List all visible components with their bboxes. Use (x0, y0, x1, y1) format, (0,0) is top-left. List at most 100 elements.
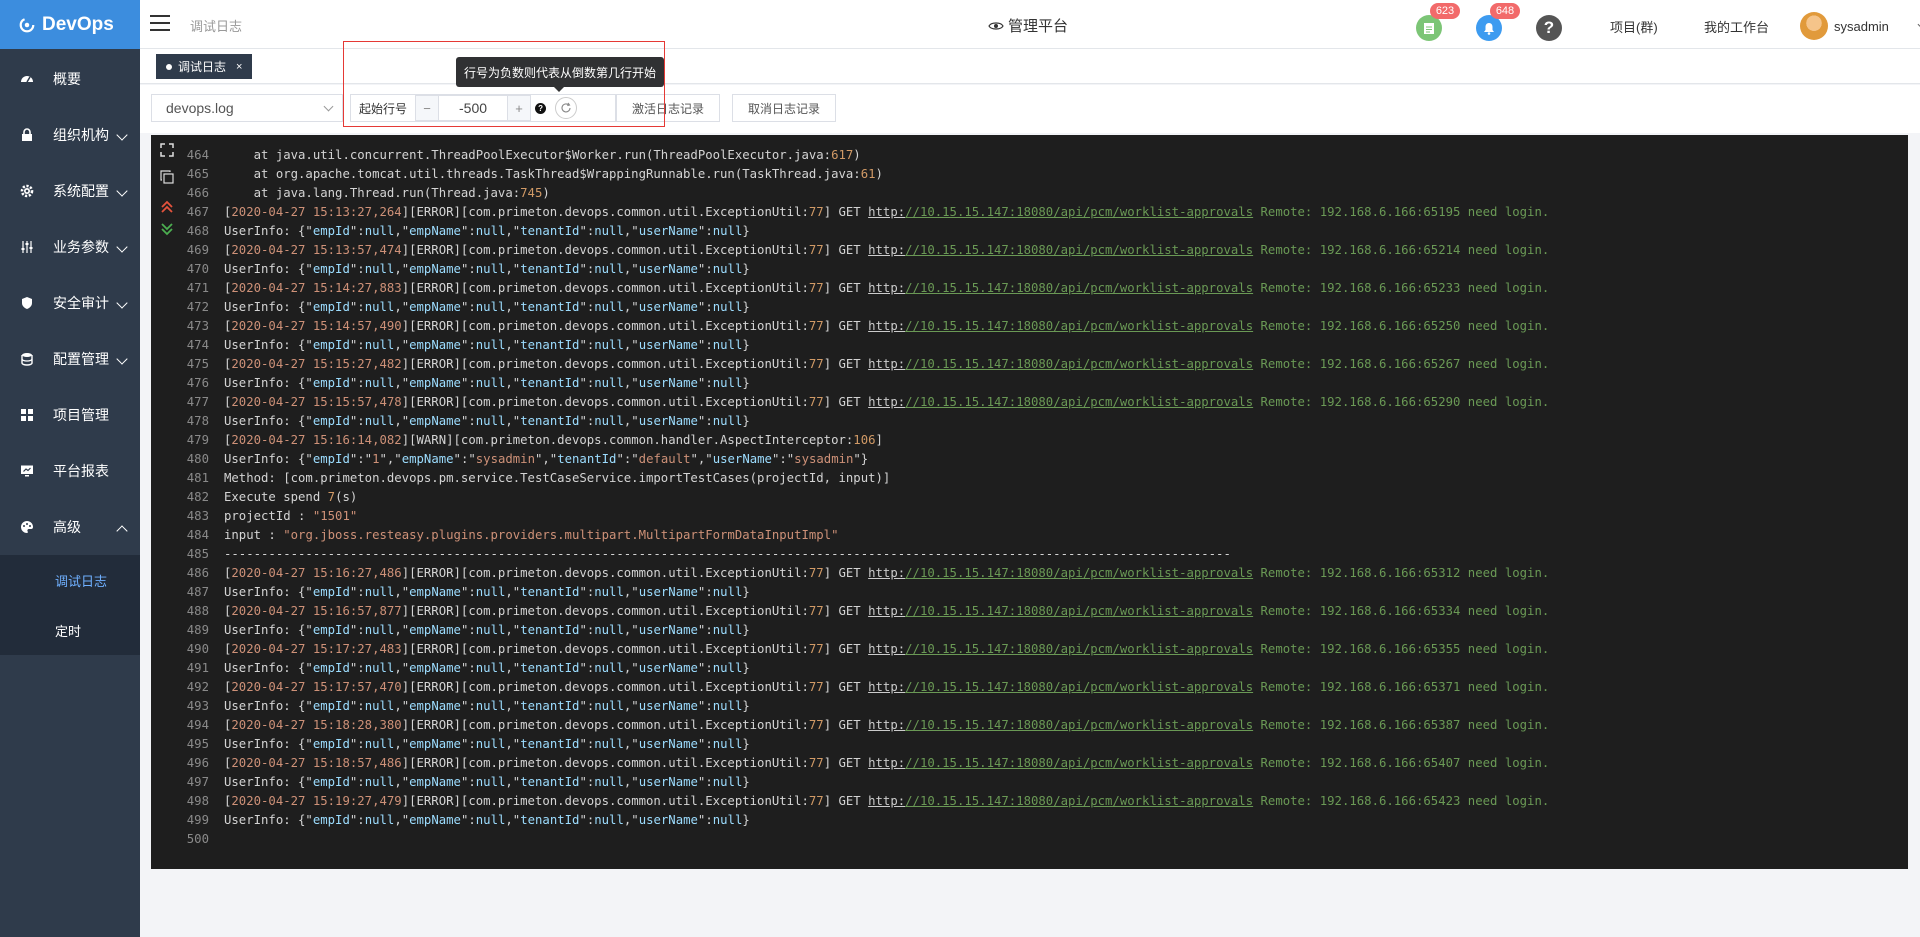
log-text: [2020-04-27 15:15:57,478][ERROR][com.pri… (224, 395, 1550, 409)
log-line: 488 [2020-04-27 15:16:57,877][ERROR][com.… (181, 602, 1908, 621)
sliders-icon (21, 241, 33, 253)
sidebar-item-business-params[interactable]: 业务参数 (0, 219, 140, 275)
chevron-up-icon (116, 525, 128, 537)
sidebar-item-overview[interactable]: 概要 (0, 51, 140, 107)
advanced-submenu: 调试日志 定时 (0, 555, 140, 655)
tab-debug-log[interactable]: 调试日志 × (156, 54, 253, 79)
line-number: 482 (186, 490, 209, 504)
log-text: input : "org.jboss.resteasy.plugins.prov… (224, 528, 839, 542)
chevron-down-icon (116, 297, 128, 309)
line-number: 493 (186, 699, 209, 713)
log-text: [2020-04-27 15:14:57,490][ERROR][com.pri… (224, 319, 1550, 333)
platform-title: 管理平台 (1008, 18, 1069, 35)
sidebar-item-label: 概要 (53, 71, 81, 87)
log-line: 487 UserInfo: {"empId":null,"empName":nul… (181, 583, 1908, 602)
line-number: 479 (186, 433, 209, 447)
username: sysadmin (1834, 18, 1889, 34)
log-text: UserInfo: {"empId":null,"empName":null,"… (224, 775, 750, 789)
copy-icon[interactable] (160, 170, 174, 184)
log-line: 489 UserInfo: {"empId":null,"empName":nul… (181, 621, 1908, 640)
line-number: 486 (186, 566, 209, 580)
log-line: 479 [2020-04-27 15:16:14,082][WARN][com.p… (181, 431, 1908, 450)
line-number: 484 (186, 528, 209, 542)
fullscreen-icon[interactable] (160, 143, 174, 157)
app-name: DevOps (42, 13, 114, 35)
log-line: 470 UserInfo: {"empId":null,"empName":nul… (181, 260, 1908, 279)
log-text: [2020-04-27 15:18:28,380][ERROR][com.pri… (224, 718, 1550, 732)
sidebar-subitem-scheduler[interactable]: 定时 (0, 605, 140, 655)
breadcrumb: 调试日志 (190, 19, 243, 34)
notification-button[interactable]: 648 (1476, 3, 1520, 41)
bell-icon (1484, 22, 1494, 35)
line-number: 470 (186, 262, 209, 276)
platform-switcher[interactable]: 管理平台 (988, 15, 1068, 36)
log-viewer[interactable]: 463 at java.util.concurrent.ThreadPoolEx… (151, 135, 1908, 869)
chevron-down-icon (116, 129, 128, 141)
database-icon (21, 353, 33, 366)
chevron-down-icon (323, 101, 334, 112)
sidebar-item-label: 高级 (53, 519, 81, 535)
help-button[interactable]: ? (1536, 15, 1562, 41)
line-number: 483 (186, 509, 209, 523)
gear-icon (20, 184, 34, 198)
log-line: 491 UserInfo: {"empId":null,"empName":nul… (181, 659, 1908, 678)
question-icon: ? (1543, 18, 1555, 37)
shield-icon (22, 297, 32, 309)
log-line: 467 [2020-04-27 15:13:27,264][ERROR][com.… (181, 203, 1908, 222)
log-line: 480 UserInfo: {"empId":"1","empName":"sys… (181, 450, 1908, 469)
log-text: projectId : "1501" (224, 509, 358, 523)
line-number: 472 (186, 300, 209, 314)
log-text: at java.lang.Thread.run(Thread.java:745) (224, 186, 550, 200)
log-text: [2020-04-27 15:16:14,082][WARN][com.prim… (224, 433, 883, 447)
active-dot-icon (166, 63, 172, 70)
log-text: at java.util.concurrent.ThreadPoolExecut… (224, 148, 861, 162)
log-tool-column (151, 135, 181, 869)
sidebar-item-project-management[interactable]: 项目管理 (0, 387, 140, 443)
line-number: 498 (186, 794, 209, 808)
sidebar-item-platform-reports[interactable]: 平台报表 (0, 443, 140, 499)
line-number: 487 (186, 585, 209, 599)
palette-icon (21, 521, 33, 533)
log-file-select[interactable]: devops.log (151, 94, 343, 122)
scroll-top-icon[interactable] (160, 200, 174, 214)
log-line: 466 at java.lang.Thread.run(Thread.java:… (181, 184, 1908, 203)
line-number: 494 (186, 718, 209, 732)
sidebar-item-organization[interactable]: 组织机构 (0, 107, 140, 163)
log-text: [2020-04-27 15:15:27,482][ERROR][com.pri… (224, 357, 1550, 371)
log-text: UserInfo: {"empId":null,"empName":null,"… (224, 813, 750, 827)
sidebar-item-security-audit[interactable]: 安全审计 (0, 275, 140, 331)
close-icon[interactable]: × (236, 61, 242, 73)
annotation-highlight-box (343, 41, 665, 127)
line-number: 465 (186, 167, 209, 181)
avatar (1800, 12, 1828, 40)
line-number: 489 (186, 623, 209, 637)
sidebar-nav: 概要 组织机构 系统配置 业务参数 安全审计 配置管理 项目管理 平台报表 高级 (0, 51, 140, 555)
line-number: 497 (186, 775, 209, 789)
sidebar: DevOps 概要 组织机构 系统配置 业务参数 安全审计 配置管理 项目管理 … (0, 0, 140, 937)
cancel-log-button[interactable]: 取消日志记录 (732, 94, 837, 122)
logo[interactable]: DevOps (0, 0, 140, 49)
workbench-link[interactable]: 我的工作台 (1704, 17, 1769, 36)
line-number: 466 (186, 186, 209, 200)
line-number: 471 (186, 281, 209, 295)
log-line: 476 UserInfo: {"empId":null,"empName":nul… (181, 374, 1908, 393)
line-number: 500 (186, 832, 209, 846)
menu-toggle-icon[interactable] (150, 15, 170, 31)
sidebar-item-config-management[interactable]: 配置管理 (0, 331, 140, 387)
projects-link[interactable]: 项目(群) (1610, 17, 1658, 36)
sidebar-item-advanced[interactable]: 高级 (0, 499, 140, 555)
dashboard-icon (21, 76, 33, 83)
log-text: UserInfo: {"empId":null,"empName":null,"… (224, 661, 750, 675)
log-line: 482 Execute spend 7(s) (181, 488, 1908, 507)
user-menu[interactable]: sysadmin (1800, 12, 1920, 40)
sidebar-item-system-config[interactable]: 系统配置 (0, 163, 140, 219)
sidebar-subitem-debug-log[interactable]: 调试日志 (0, 555, 140, 605)
line-number: 491 (186, 661, 209, 675)
line-number: 496 (186, 756, 209, 770)
log-line: 463 at java.util.concurrent.ThreadPoolEx… (181, 135, 1908, 138)
lock-icon (22, 128, 32, 141)
task-button[interactable]: 623 (1416, 3, 1460, 41)
log-line: 468 UserInfo: {"empId":null,"empName":nul… (181, 222, 1908, 241)
scroll-bottom-icon[interactable] (160, 222, 174, 236)
line-number: 467 (186, 205, 209, 219)
